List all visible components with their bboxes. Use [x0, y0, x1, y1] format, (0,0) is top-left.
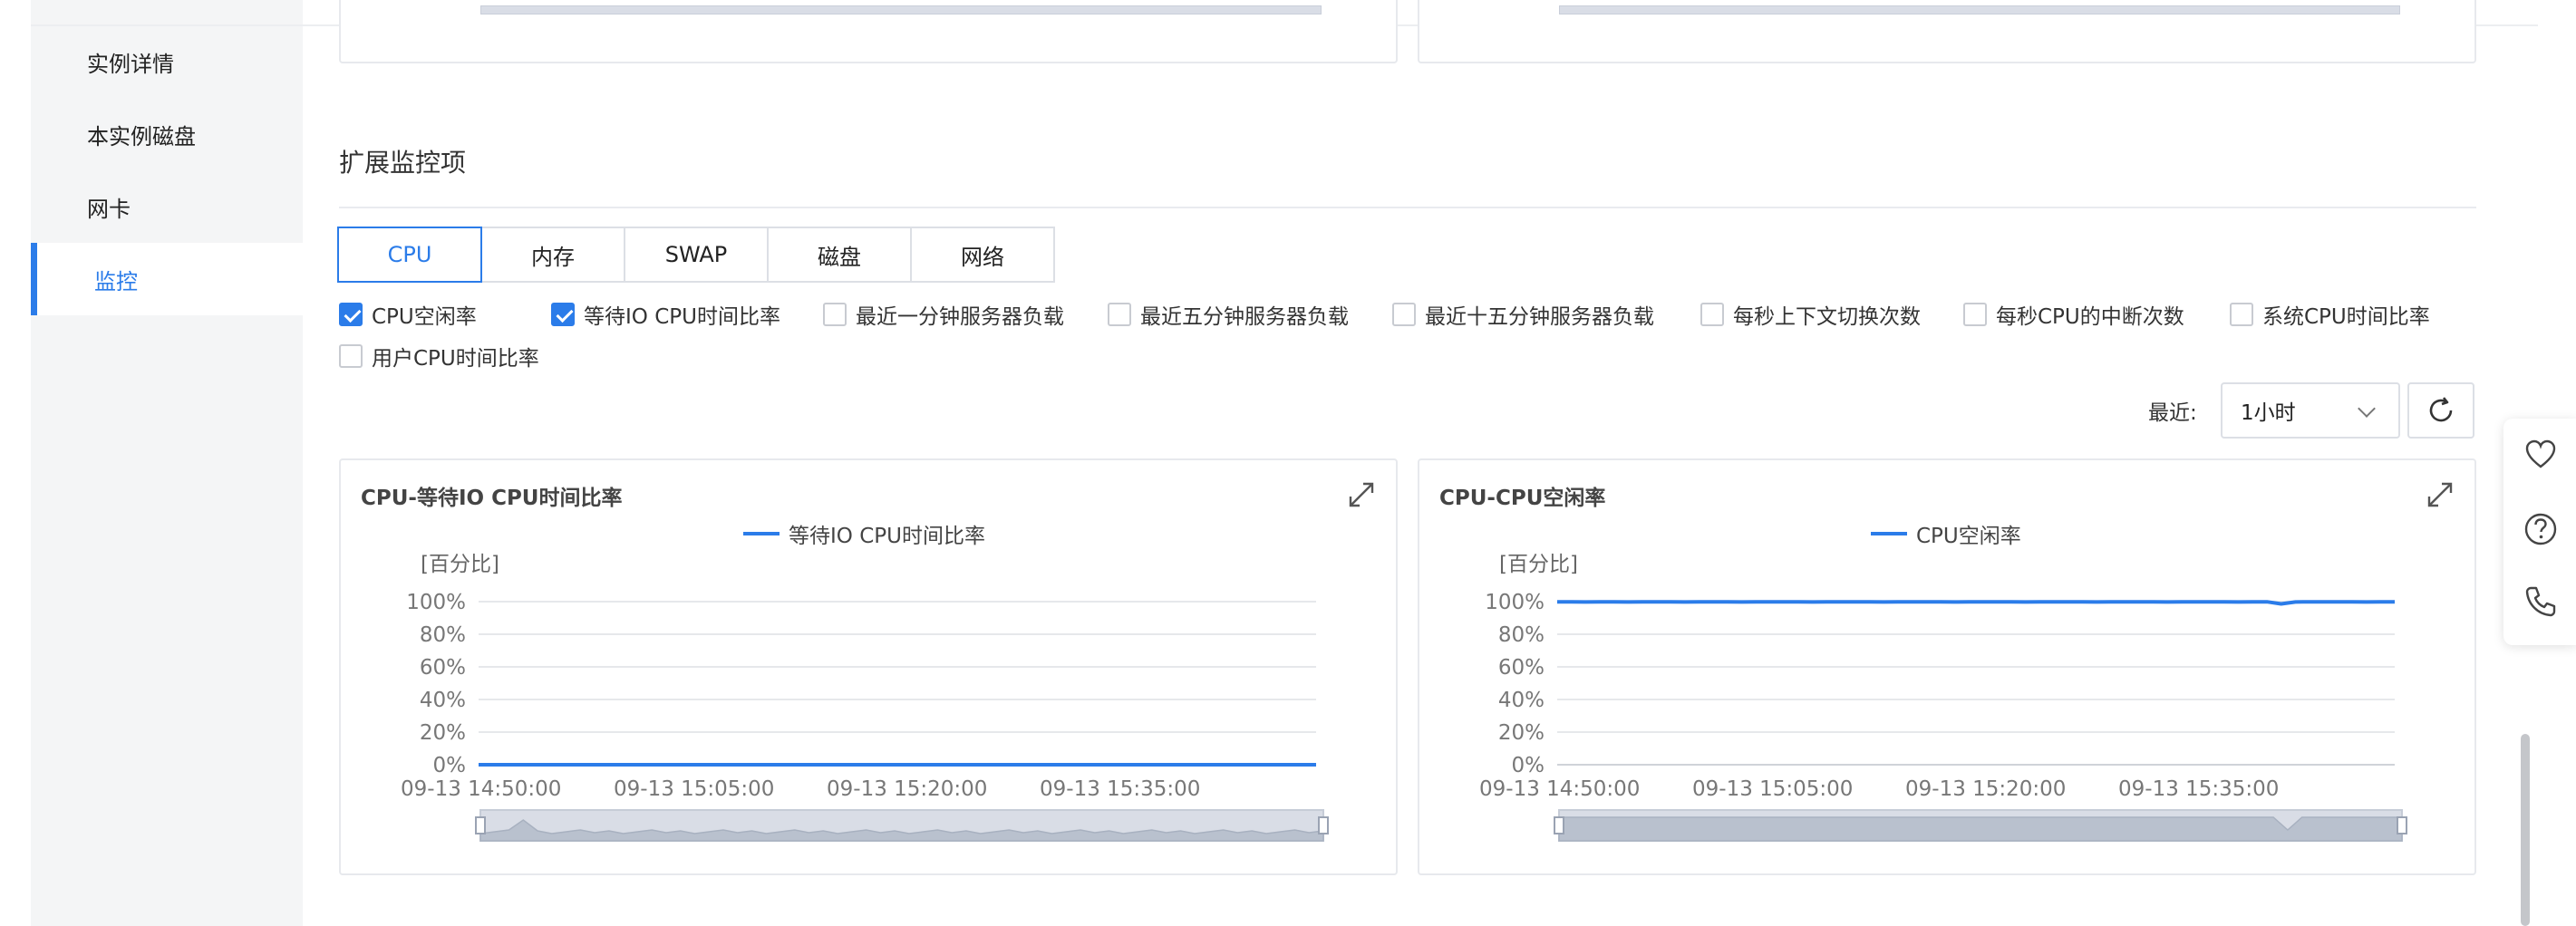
metric-checkbox-cpu-idle[interactable]: CPU空闲率 — [339, 299, 477, 330]
metric-checkbox-load5[interactable]: 最近五分钟服务器负载 — [1108, 299, 1349, 330]
checkbox-label: 最近五分钟服务器负载 — [1140, 305, 1349, 329]
time-range-label: 最近: — [2148, 401, 2197, 425]
chart-card-cpu-idle: CPU-CPU空闲率 CPU空闲率 [百分比] 100% 80% 60% 40% 20% 0… — [1418, 458, 2476, 875]
zoom-slider[interactable] — [1559, 5, 2400, 14]
section-title: 扩展监控项 — [339, 148, 467, 178]
y-unit-label: [百分比] — [1499, 553, 1578, 576]
zoom-preview-area — [1558, 816, 2403, 842]
chart-plot-iowait: [百分比] 100% 80% 60% 40% 20% 0%09-13 14:50:00 09-… — [401, 553, 1329, 842]
checkbox[interactable] — [339, 344, 363, 368]
x-tick-label: 09-13 14:50:00 — [401, 777, 561, 801]
sidebar-item-instance-details[interactable]: 实例详情 — [31, 25, 303, 98]
checkbox[interactable] — [1700, 303, 1724, 326]
metric-checkbox-user-cpu[interactable]: 用户CPU时间比率 — [339, 341, 539, 371]
zoom-handle — [2397, 816, 2407, 834]
refresh-button[interactable] — [2407, 382, 2474, 439]
y-tick-label: 80% — [1498, 623, 1545, 647]
y-tick-label: 80% — [420, 623, 466, 647]
checkbox[interactable] — [1392, 303, 1416, 326]
y-tick-label: 20% — [1498, 721, 1545, 745]
zoom-handle — [475, 816, 486, 834]
y-tick-label: 100% — [1485, 591, 1545, 614]
checkbox[interactable] — [551, 303, 575, 326]
checkbox-label: 等待IO CPU时间比率 — [584, 305, 780, 329]
sidebar-item-label: 本实例磁盘 — [87, 123, 196, 150]
y-tick-label: 0% — [433, 754, 467, 777]
checkbox-label: 最近一分钟服务器负载 — [856, 305, 1064, 329]
page-root: 实例详情 本实例磁盘 网卡 监控 扩展监控项 CPU 内存 SWAP 磁盘 网络… — [0, 0, 2576, 926]
x-tick-label: 09-13 15:05:00 — [1692, 777, 1853, 801]
y-tick-label: 20% — [420, 721, 466, 745]
sidebar-item-label: 网卡 — [87, 196, 131, 222]
x-tick-label: 09-13 15:35:00 — [2118, 777, 2279, 801]
checkbox[interactable] — [1963, 303, 1987, 326]
sidebar-item-monitoring[interactable]: 监控 — [31, 243, 303, 315]
help-icon[interactable] — [2523, 511, 2559, 547]
refresh-icon — [2429, 397, 2453, 422]
tab-disk[interactable]: 磁盘 — [767, 227, 912, 283]
time-range-select[interactable]: 1小时 — [2221, 382, 2400, 439]
metric-checkbox-context-switches[interactable]: 每秒上下文切换次数 — [1700, 299, 1921, 330]
checkbox-label: 用户CPU时间比率 — [372, 347, 539, 371]
metric-checkbox-load15[interactable]: 最近十五分钟服务器负载 — [1392, 299, 1654, 330]
sidebar-item-label: 实例详情 — [87, 51, 174, 77]
section-divider — [339, 207, 2476, 208]
floating-action-rail — [2503, 419, 2576, 645]
sidebar-item-nic[interactable]: 网卡 — [31, 170, 303, 243]
checkbox-label: 每秒上下文切换次数 — [1733, 305, 1921, 329]
checkbox-label: 系统CPU时间比率 — [2262, 305, 2430, 329]
checkbox-label: CPU空闲率 — [372, 305, 477, 329]
y-tick-label: 40% — [1498, 689, 1545, 712]
sidebar: 实例详情 本实例磁盘 网卡 监控 — [31, 0, 303, 926]
x-tick-label: 09-13 15:20:00 — [827, 777, 987, 801]
series-line — [1557, 600, 2395, 606]
phone-icon[interactable] — [2523, 584, 2559, 620]
y-tick-label: 60% — [1498, 656, 1545, 680]
previous-chart-card-left — [339, 0, 1398, 63]
y-tick-label: 0% — [1512, 754, 1545, 777]
sidebar-item-instance-disks[interactable]: 本实例磁盘 — [31, 98, 303, 170]
tab-cpu[interactable]: CPU — [337, 227, 482, 283]
metric-checkbox-interrupts[interactable]: 每秒CPU的中断次数 — [1963, 299, 2184, 330]
y-tick-label: 40% — [420, 689, 466, 712]
page-scrollbar[interactable] — [2521, 734, 2530, 926]
checkbox-label: 每秒CPU的中断次数 — [1996, 305, 2184, 329]
zoom-handle — [1318, 816, 1329, 834]
chevron-down-icon — [2358, 400, 2376, 418]
y-tick-label: 60% — [420, 656, 466, 680]
tab-memory[interactable]: 内存 — [480, 227, 625, 283]
metric-checkbox-load1[interactable]: 最近一分钟服务器负载 — [823, 299, 1064, 330]
checkbox-label: 最近十五分钟服务器负载 — [1425, 305, 1654, 329]
tab-network[interactable]: 网络 — [910, 227, 1055, 283]
checkbox[interactable] — [1108, 303, 1131, 326]
x-tick-label: 09-13 15:35:00 — [1040, 777, 1200, 801]
chart-plot-cpu-idle: [百分比] 100% 80% 60% 40% 20% 0%09-13 14:50:00 09-… — [1479, 553, 2407, 842]
x-tick-label: 09-13 14:50:00 — [1479, 777, 1640, 801]
chart-card-iowait: CPU-等待IO CPU时间比率 等待IO CPU时间比率 [百分比] 100% 8… — [339, 458, 1398, 875]
metric-category-tabs: CPU 内存 SWAP 磁盘 网络 — [337, 227, 1055, 283]
y-tick-label: 100% — [406, 591, 466, 614]
checkbox[interactable] — [339, 303, 363, 326]
metric-checkbox-system-cpu[interactable]: 系统CPU时间比率 — [2230, 299, 2430, 330]
x-tick-label: 09-13 15:20:00 — [1905, 777, 2066, 801]
x-tick-label: 09-13 15:05:00 — [614, 777, 774, 801]
previous-chart-card-right — [1418, 0, 2476, 63]
zoom-handle — [1554, 816, 1564, 834]
checkbox[interactable] — [2230, 303, 2253, 326]
tab-swap[interactable]: SWAP — [624, 227, 769, 283]
heart-icon[interactable] — [2523, 437, 2559, 473]
checkbox[interactable] — [823, 303, 847, 326]
sidebar-item-label: 监控 — [94, 268, 138, 294]
zoom-slider[interactable] — [480, 5, 1322, 14]
metric-checkbox-iowait[interactable]: 等待IO CPU时间比率 — [551, 299, 780, 330]
y-unit-label: [百分比] — [421, 553, 499, 576]
time-range-value: 1小时 — [2241, 401, 2296, 425]
